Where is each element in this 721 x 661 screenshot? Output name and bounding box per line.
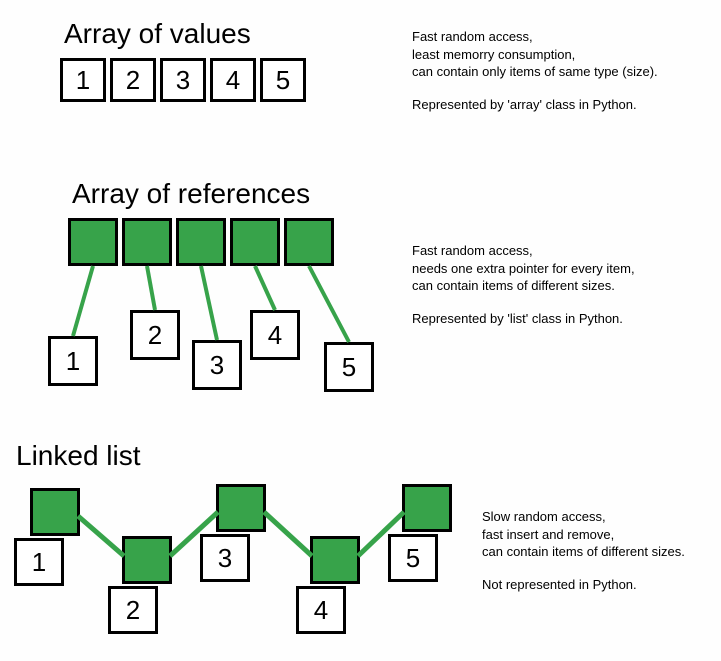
ref-value-box: 2 — [130, 310, 180, 360]
array-value-cell: 5 — [260, 58, 306, 102]
ref-pointer-cell — [176, 218, 226, 266]
desc-array-values-1: Fast random access, least memorry consum… — [412, 28, 658, 81]
title-array-values: Array of values — [64, 18, 251, 50]
ref-pointer-cell — [122, 218, 172, 266]
desc-array-values-2: Represented by 'array' class in Python. — [412, 96, 637, 114]
ll-node — [216, 484, 266, 532]
ref-value-box: 5 — [324, 342, 374, 392]
ll-value-box: 5 — [388, 534, 438, 582]
ll-value-box: 4 — [296, 586, 346, 634]
ll-node — [122, 536, 172, 584]
array-value-cell: 1 — [60, 58, 106, 102]
ll-value-box: 2 — [108, 586, 158, 634]
array-value-cell: 4 — [210, 58, 256, 102]
ref-value-box: 4 — [250, 310, 300, 360]
ll-node — [30, 488, 80, 536]
desc-linked-list-2: Not represented in Python. — [482, 576, 637, 594]
ll-node — [402, 484, 452, 532]
ref-value-box: 1 — [48, 336, 98, 386]
ll-value-box: 3 — [200, 534, 250, 582]
title-linked-list: Linked list — [16, 440, 141, 472]
array-value-cell: 2 — [110, 58, 156, 102]
ll-node — [310, 536, 360, 584]
desc-linked-list-1: Slow random access, fast insert and remo… — [482, 508, 685, 561]
array-value-cell: 3 — [160, 58, 206, 102]
desc-array-refs-1: Fast random access, needs one extra poin… — [412, 242, 635, 295]
ref-pointer-cell — [284, 218, 334, 266]
ll-value-box: 1 — [14, 538, 64, 586]
title-array-refs: Array of references — [72, 178, 310, 210]
desc-array-refs-2: Represented by 'list' class in Python. — [412, 310, 623, 328]
ref-value-box: 3 — [192, 340, 242, 390]
ref-pointer-cell — [230, 218, 280, 266]
ref-pointer-cell — [68, 218, 118, 266]
